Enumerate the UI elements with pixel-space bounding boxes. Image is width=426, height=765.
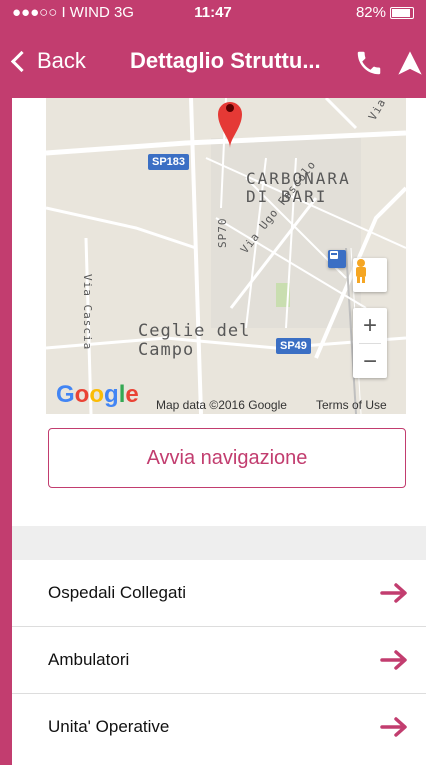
- navigation-icon[interactable]: [396, 48, 424, 78]
- arrow-right-icon: [380, 717, 407, 737]
- phone-icon[interactable]: [354, 48, 384, 78]
- menu-list: Ospedali Collegati Ambulatori Unita' Ope…: [12, 560, 426, 765]
- list-item-ospedali-collegati[interactable]: Ospedali Collegati: [12, 560, 426, 627]
- map-label-ceglie: Ceglie del Campo: [138, 321, 251, 360]
- transit-icon: [328, 250, 346, 268]
- zoom-out-button[interactable]: −: [353, 344, 387, 379]
- map-attribution: Map data ©2016 Google: [156, 398, 287, 412]
- app-frame: ●●●○○ I WIND 3G 11:47 82% Back Dettaglio…: [0, 0, 426, 765]
- list-item-label: Ospedali Collegati: [48, 583, 186, 602]
- terms-of-use-link[interactable]: Terms of Use: [316, 398, 387, 412]
- google-logo: Google: [56, 381, 139, 408]
- back-button[interactable]: Back: [10, 48, 86, 74]
- map-view[interactable]: SP183 SP49 CARBONARA DI BARI Ceglie del …: [46, 98, 406, 414]
- map-pin-icon[interactable]: [218, 98, 242, 148]
- street-view-pegman-icon[interactable]: [353, 258, 387, 292]
- battery-status: 82%: [356, 4, 414, 21]
- arrow-right-icon: [380, 650, 407, 670]
- list-item-label: Ambulatori: [48, 650, 130, 669]
- road-badge-sp183: SP183: [148, 154, 190, 170]
- status-bar: ●●●○○ I WIND 3G 11:47 82%: [0, 0, 426, 26]
- list-item-ambulatori[interactable]: Ambulatori: [12, 627, 426, 694]
- page-title: Dettaglio Struttu...: [130, 48, 321, 73]
- start-navigation-button[interactable]: Avvia navigazione: [48, 428, 406, 488]
- list-item-unita-operative[interactable]: Unita' Operative: [12, 694, 426, 760]
- chevron-left-icon: [10, 50, 33, 72]
- road-badge-sp49: SP49: [276, 338, 311, 354]
- map-label-sp70: SP70: [216, 217, 229, 249]
- map-label-via-cascia: Via Cascia: [81, 274, 94, 351]
- battery-icon: [390, 6, 414, 19]
- battery-percent: 82%: [355, 4, 386, 21]
- zoom-in-button[interactable]: +: [353, 308, 387, 343]
- list-item-label: Unita' Operative: [48, 717, 170, 736]
- back-label: Back: [37, 48, 86, 73]
- zoom-controls: + −: [353, 308, 387, 378]
- arrow-right-icon: [380, 583, 407, 603]
- navigation-bar: Back Dettaglio Struttu...: [0, 26, 426, 98]
